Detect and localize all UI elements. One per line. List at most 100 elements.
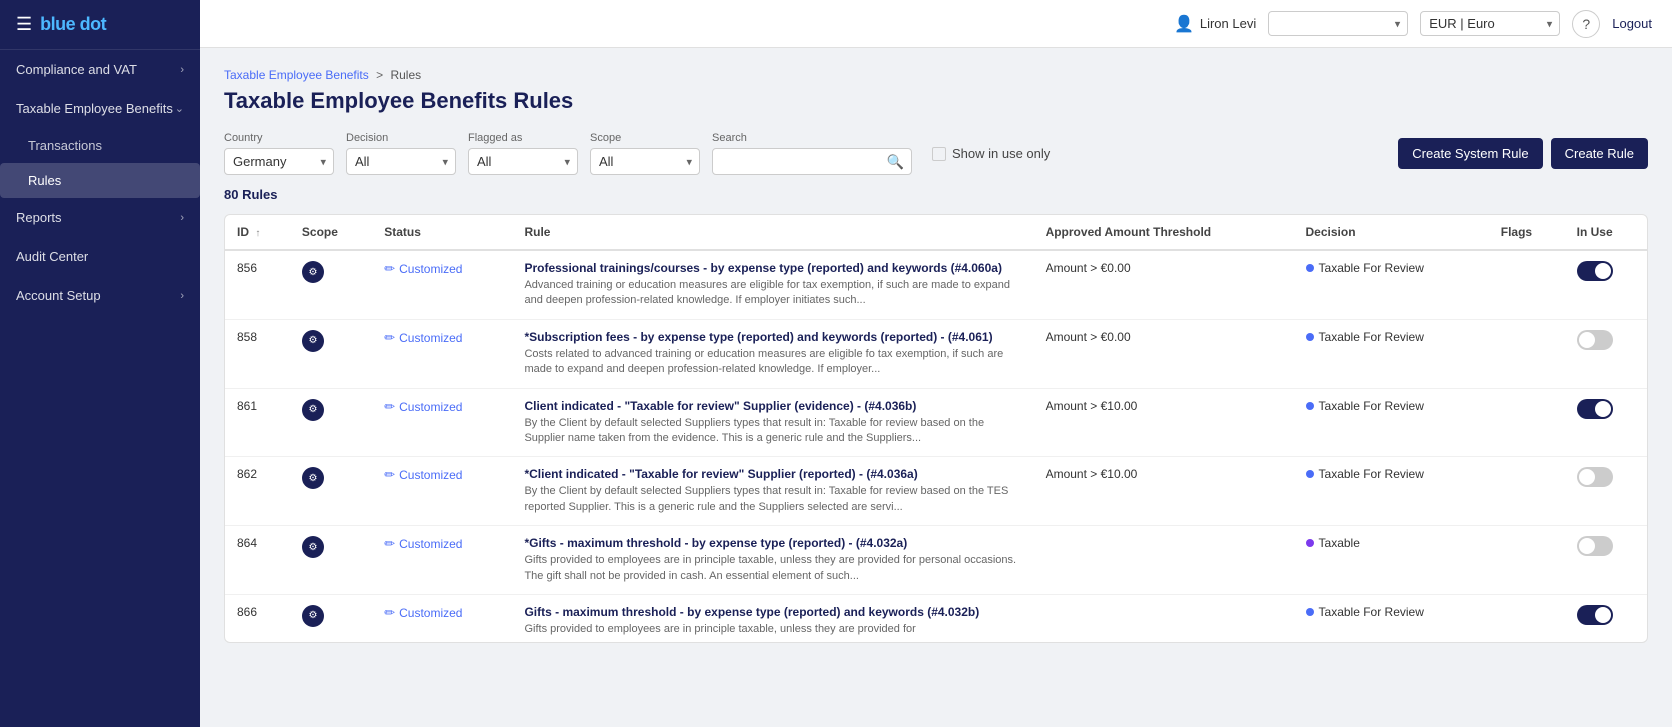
decision-dot — [1306, 333, 1314, 341]
rule-name: *Gifts - maximum threshold - by expense … — [524, 536, 1021, 550]
sidebar-item-account-setup[interactable]: Account Setup › — [0, 276, 200, 315]
cell-flags — [1489, 457, 1565, 526]
breadcrumb-parent[interactable]: Taxable Employee Benefits — [224, 68, 369, 82]
cell-id: 862 — [225, 457, 290, 526]
hamburger-icon[interactable]: ☰ — [16, 14, 32, 35]
status-badge: ✏ Customized — [384, 399, 500, 415]
status-label: Customized — [399, 400, 462, 414]
cell-flags — [1489, 388, 1565, 457]
edit-icon: ✏ — [384, 330, 395, 346]
cell-scope: ⚙ — [290, 526, 372, 595]
table-row[interactable]: 862 ⚙ ✏ Customized *Client indicated - "… — [225, 457, 1647, 526]
in-use-toggle[interactable] — [1577, 330, 1613, 350]
table-row[interactable]: 866 ⚙ ✏ Customized Gifts - maximum thres… — [225, 594, 1647, 642]
scope-filter-group: Scope All — [590, 132, 700, 175]
table-row[interactable]: 858 ⚙ ✏ Customized *Subscription fees - … — [225, 319, 1647, 388]
in-use-toggle[interactable] — [1577, 467, 1613, 487]
cell-decision: Taxable For Review — [1294, 250, 1489, 319]
sidebar-item-taxable-employee-benefits[interactable]: Taxable Employee Benefits ⌄ — [0, 89, 200, 128]
in-use-toggle[interactable] — [1577, 536, 1613, 556]
sidebar-item-reports[interactable]: Reports › — [0, 198, 200, 237]
scope-select[interactable]: All — [590, 148, 700, 175]
page-content: Taxable Employee Benefits > Rules Taxabl… — [200, 48, 1672, 727]
cell-rule: Professional trainings/courses - by expe… — [512, 250, 1033, 319]
currency-selector[interactable]: EUR | Euro — [1420, 11, 1560, 36]
org-selector[interactable] — [1268, 11, 1408, 36]
decision-label: Taxable For Review — [1319, 330, 1424, 344]
edit-icon: ✏ — [384, 399, 395, 415]
help-button[interactable]: ? — [1572, 10, 1600, 38]
table-row[interactable]: 856 ⚙ ✏ Customized Professional training… — [225, 250, 1647, 319]
col-id[interactable]: ID ↑ — [225, 215, 290, 250]
scope-icon: ⚙ — [302, 399, 324, 421]
status-badge: ✏ Customized — [384, 467, 500, 483]
rule-description: Advanced training or education measures … — [524, 278, 1021, 309]
col-scope: Scope — [290, 215, 372, 250]
sidebar-item-transactions[interactable]: Transactions — [0, 128, 200, 163]
logout-button[interactable]: Logout — [1612, 16, 1652, 31]
scope-icon: ⚙ — [302, 536, 324, 558]
cell-amount: Amount > €10.00 — [1034, 457, 1294, 526]
table-row[interactable]: 861 ⚙ ✏ Customized Client indicated - "T… — [225, 388, 1647, 457]
col-rule: Rule — [512, 215, 1033, 250]
cell-flags — [1489, 250, 1565, 319]
scope-icon: ⚙ — [302, 605, 324, 627]
show-in-use-checkbox-group[interactable]: Show in use only — [932, 146, 1050, 161]
rule-name: *Client indicated - "Taxable for review"… — [524, 467, 1021, 481]
rules-table-container: ID ↑ Scope Status Rule Approved Amount T… — [224, 214, 1648, 643]
create-system-rule-button[interactable]: Create System Rule — [1398, 138, 1542, 169]
chevron-right-icon: › — [180, 64, 184, 76]
status-badge: ✏ Customized — [384, 261, 500, 277]
edit-icon: ✏ — [384, 467, 395, 483]
decision-label: Taxable — [1319, 536, 1360, 550]
main-content: 👤 Liron Levi EUR | Euro ? Logout Taxable… — [200, 0, 1672, 727]
cell-in-use — [1565, 388, 1647, 457]
cell-id: 861 — [225, 388, 290, 457]
decision-label: Taxable For Review — [1319, 467, 1424, 481]
create-rule-button[interactable]: Create Rule — [1551, 138, 1648, 169]
sidebar-item-audit-center[interactable]: Audit Center — [0, 237, 200, 276]
decision-badge: Taxable For Review — [1306, 605, 1477, 619]
sidebar-item-transactions-label: Transactions — [28, 138, 102, 153]
in-use-toggle[interactable] — [1577, 605, 1613, 625]
country-select[interactable]: Germany — [224, 148, 334, 175]
in-use-toggle[interactable] — [1577, 399, 1613, 419]
amount-threshold: Amount > €0.00 — [1046, 261, 1131, 275]
col-status: Status — [372, 215, 512, 250]
cell-rule: *Subscription fees - by expense type (re… — [512, 319, 1033, 388]
scope-select-wrapper: All — [590, 148, 700, 175]
rule-name: *Subscription fees - by expense type (re… — [524, 330, 1021, 344]
decision-dot — [1306, 608, 1314, 616]
user-menu[interactable]: 👤 Liron Levi — [1174, 14, 1256, 34]
sidebar-item-compliance-vat[interactable]: Compliance and VAT › — [0, 50, 200, 89]
cell-flags — [1489, 594, 1565, 642]
in-use-toggle[interactable] — [1577, 261, 1613, 281]
status-label: Customized — [399, 606, 462, 620]
amount-threshold: Amount > €10.00 — [1046, 399, 1138, 413]
cell-flags — [1489, 526, 1565, 595]
cell-amount: Amount > €0.00 — [1034, 319, 1294, 388]
search-input[interactable] — [712, 148, 912, 175]
rule-description: Gifts provided to employees are in princ… — [524, 553, 1021, 584]
cell-in-use — [1565, 594, 1647, 642]
sidebar-item-teb-label: Taxable Employee Benefits — [16, 101, 173, 116]
cell-status: ✏ Customized — [372, 319, 512, 388]
col-id-label: ID — [237, 225, 249, 239]
decision-select[interactable]: All — [346, 148, 456, 175]
sidebar-item-compliance-vat-label: Compliance and VAT — [16, 62, 137, 77]
table-scroll-area[interactable]: ID ↑ Scope Status Rule Approved Amount T… — [225, 215, 1647, 642]
flagged-as-select[interactable]: All — [468, 148, 578, 175]
cell-id: 856 — [225, 250, 290, 319]
sidebar-item-rules[interactable]: Rules — [0, 163, 200, 198]
rule-description: By the Client by default selected Suppli… — [524, 416, 1021, 447]
show-in-use-checkbox[interactable] — [932, 147, 946, 161]
cell-status: ✏ Customized — [372, 250, 512, 319]
sidebar-item-reports-label: Reports — [16, 210, 62, 225]
page-title: Taxable Employee Benefits Rules — [224, 88, 1648, 114]
scope-icon: ⚙ — [302, 261, 324, 283]
cell-decision: Taxable — [1294, 526, 1489, 595]
country-filter-group: Country Germany — [224, 132, 334, 175]
table-row[interactable]: 864 ⚙ ✏ Customized *Gifts - maximum thre… — [225, 526, 1647, 595]
col-flags: Flags — [1489, 215, 1565, 250]
chevron-right-icon-reports: › — [180, 212, 184, 224]
